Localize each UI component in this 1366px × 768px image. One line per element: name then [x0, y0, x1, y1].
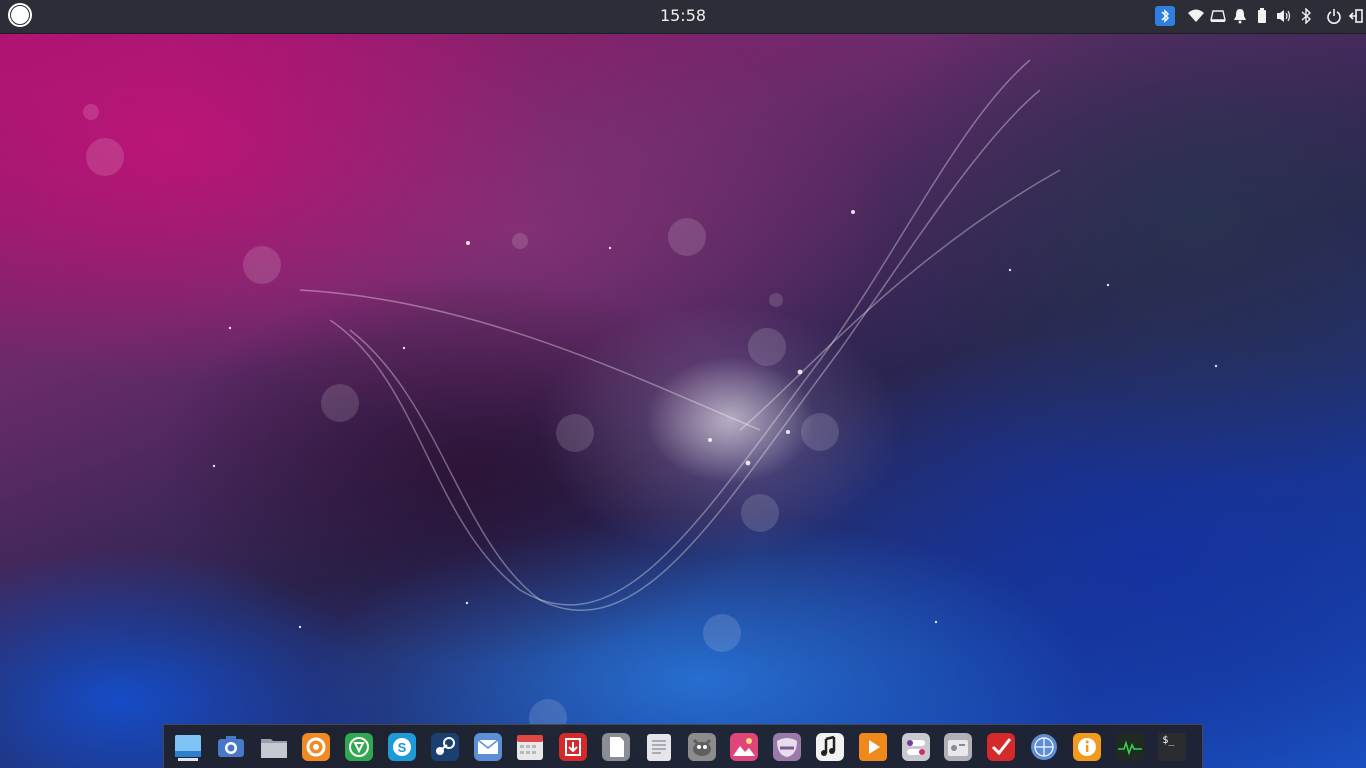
text-editor-icon[interactable] — [600, 731, 632, 763]
mail-icon[interactable] — [472, 731, 504, 763]
battery-icon[interactable] — [1252, 6, 1272, 26]
notification-bell-icon[interactable] — [1230, 6, 1250, 26]
photos-icon[interactable] — [728, 731, 760, 763]
terminal-prompt-text: $_ — [1162, 735, 1175, 746]
system-monitor-icon[interactable] — [1114, 731, 1146, 763]
chrome-icon[interactable] — [343, 731, 375, 763]
display-icon[interactable] — [1208, 6, 1228, 26]
firefox-icon[interactable] — [300, 731, 332, 763]
desktop-icon[interactable] — [172, 731, 204, 763]
volume-icon[interactable] — [1274, 6, 1294, 26]
calendar-icon[interactable] — [514, 731, 546, 763]
info-icon[interactable] — [1071, 731, 1103, 763]
power-icon[interactable] — [1324, 6, 1344, 26]
settings-toggle-icon[interactable] — [900, 731, 932, 763]
document-viewer-icon[interactable] — [643, 731, 675, 763]
gimp-icon[interactable] — [686, 731, 718, 763]
bluetooth-app-icon[interactable] — [1155, 6, 1175, 26]
radio-icon[interactable] — [942, 731, 974, 763]
task-check-icon[interactable] — [985, 731, 1017, 763]
skype-icon[interactable]: S — [386, 731, 418, 763]
logout-icon[interactable] — [1346, 6, 1366, 26]
terminal-icon[interactable]: $_ — [1156, 731, 1188, 763]
top-panel: 15:58 — [0, 0, 1366, 34]
files-folder-icon[interactable] — [258, 731, 290, 763]
bluetooth-icon[interactable] — [1296, 6, 1316, 26]
desktop-wallpaper — [0, 0, 1366, 768]
software-store-icon[interactable] — [557, 731, 589, 763]
menu-circle-icon[interactable] — [8, 3, 32, 27]
wifi-icon[interactable] — [1186, 6, 1206, 26]
dock: S $_ — [163, 724, 1203, 768]
network-globe-icon[interactable] — [1028, 731, 1060, 763]
music-icon[interactable] — [814, 731, 846, 763]
wallpaper-light-streaks — [83, 59, 1218, 737]
panel-clock[interactable]: 15:58 — [633, 6, 733, 25]
mask-app-icon[interactable] — [771, 731, 803, 763]
media-player-icon[interactable] — [857, 731, 889, 763]
screenshot-camera-icon[interactable] — [215, 731, 247, 763]
svg-text:S: S — [398, 740, 407, 755]
steam-icon[interactable] — [429, 731, 461, 763]
